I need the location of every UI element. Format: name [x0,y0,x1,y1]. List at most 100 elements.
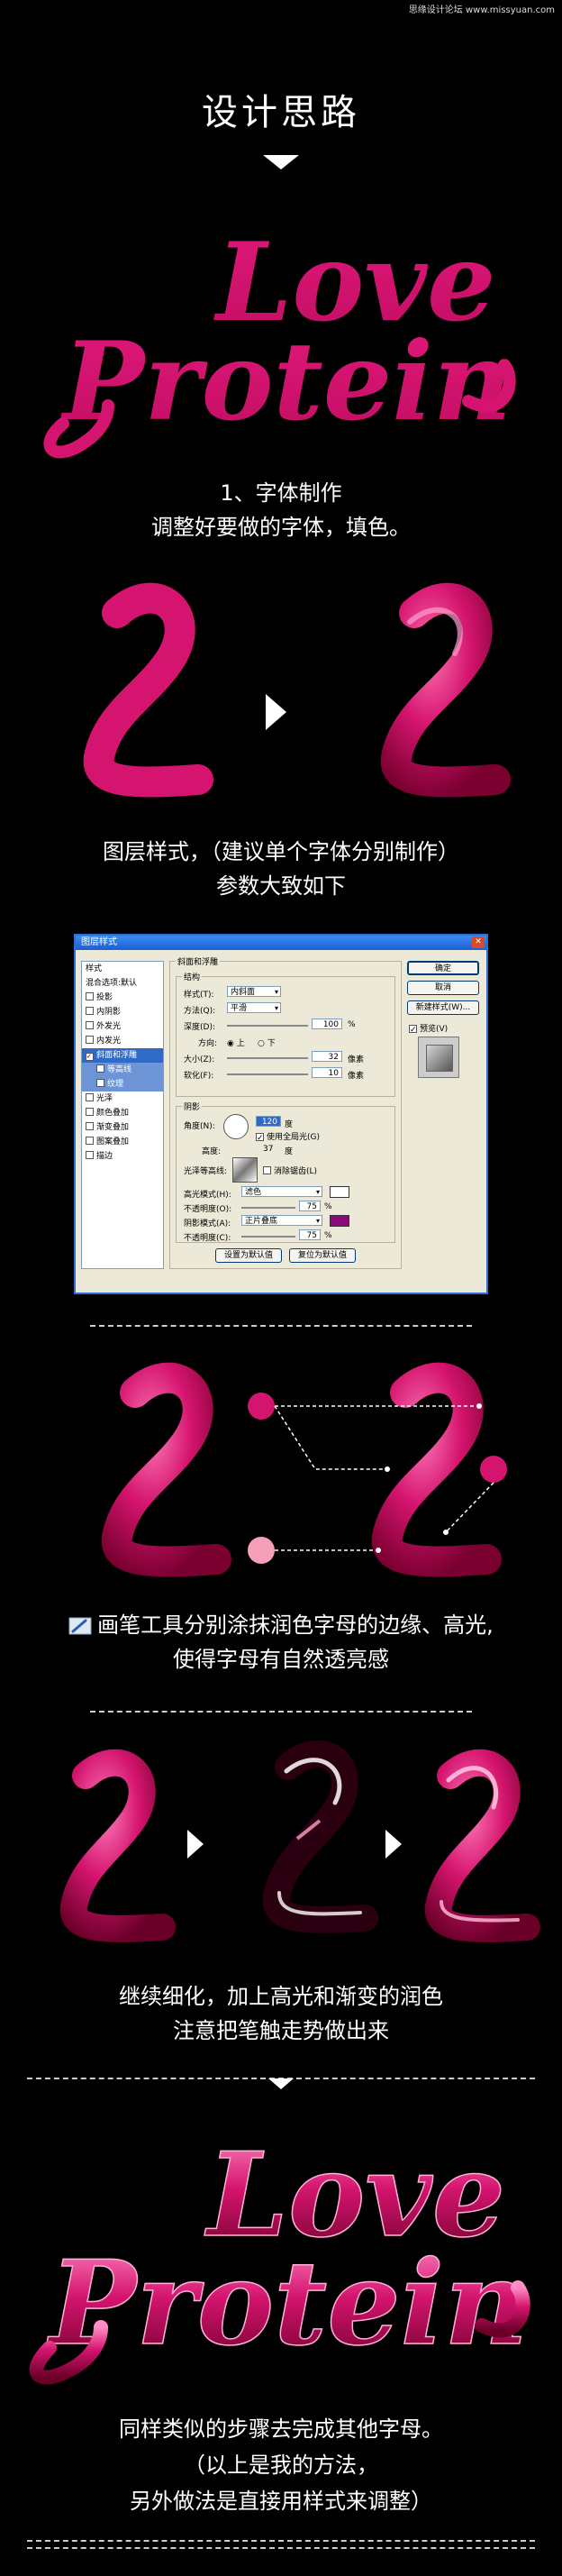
altitude-value[interactable]: 37 [263,1145,273,1154]
style-item-checkbox[interactable] [86,992,94,1000]
style-item[interactable]: 渐变叠加 [82,1120,163,1135]
highlight-mode-select[interactable]: 滤色 [241,1186,322,1198]
structure-title: 结构 [182,971,203,982]
gloss-contour-picker[interactable] [232,1157,258,1183]
section2-line2: 参数大致如下 [216,873,346,899]
divider [90,1325,472,1327]
style-item-checkbox[interactable]: ✓ [86,1053,94,1061]
style-item[interactable]: ✓ 斜面和浮雕 [82,1048,163,1063]
style-item[interactable]: 颜色叠加 [82,1106,163,1120]
letter-l-bevel-left [101,1362,231,1577]
technique-label: 方法(Q): [184,1007,216,1016]
ok-button[interactable]: 确定 [407,961,479,975]
preview-checkbox[interactable]: ✓ 预览(V) [409,1022,448,1035]
style-item[interactable]: 描边 [82,1149,163,1164]
style-item[interactable]: 投影 [82,991,163,1005]
logo-final-glossy: Love Protein [29,2127,530,2385]
size-unit: 像素 [348,1055,365,1064]
down-arrow-icon [263,155,299,169]
opacity1-unit: % [324,1202,332,1211]
style-item[interactable]: 内发光 [82,1034,163,1048]
direction-up[interactable]: ◉ 上 [227,1037,245,1048]
logo-word-protein: Protein [60,318,512,445]
style-item[interactable]: 内阴影 [82,1005,163,1019]
section4-line1: 继续细化，加上高光和渐变的润色 [119,1984,443,2009]
style-item-label: 投影 [96,993,113,1002]
right-arrow-icon [385,1830,402,1859]
letter-comparison-brush [101,1362,507,1577]
style-item-checkbox[interactable] [86,1021,94,1029]
brush-tool-icon [68,1617,92,1635]
opacity1-input[interactable]: 75 [299,1201,321,1211]
depth-input[interactable]: 100 [312,1019,342,1029]
size-input[interactable]: 32 [312,1051,342,1062]
soften-input[interactable]: 10 [312,1067,342,1078]
altitude-label: 高度: [202,1147,222,1156]
soften-label: 软化(F): [184,1072,214,1081]
shadow-mode-select[interactable]: 正片叠底 [241,1215,322,1227]
bevel-emboss-panel: 斜面和浮雕 结构 样式(T): 内斜面 方法(Q): 平滑 深度(D): 100… [169,955,402,1269]
direction-down[interactable]: ○ 下 [258,1037,276,1048]
letter-refinement-steps [59,1740,540,1942]
style-item-label: 纹理 [107,1080,124,1089]
style-item-checkbox[interactable] [86,1007,94,1015]
opacity1-label: 不透明度(O): [184,1205,232,1214]
new-style-button[interactable]: 新建样式(W)... [407,1000,479,1015]
style-item-label: 颜色叠加 [96,1109,130,1118]
shading-group: 阴影 角度(N): 120 度 ✓ 使用全局光(G) 高度: 37 度 光泽等高线… [176,1101,395,1243]
style-item[interactable]: 等高线 [82,1063,163,1077]
style-item-label: 光泽 [96,1094,113,1103]
shadow-color-swatch[interactable] [330,1215,349,1227]
technique-select[interactable]: 平滑 [227,1002,281,1014]
size-slider[interactable] [227,1057,308,1059]
section1-line1: 1、字体制作 [220,480,342,506]
shadow-mode-label: 阴影模式(A): [184,1219,231,1229]
opacity2-unit: % [324,1231,332,1240]
angle-dial[interactable] [223,1114,249,1139]
down-arrow-icon [268,2078,294,2089]
blend-options-item[interactable]: 混合选项:默认 [82,976,163,991]
style-item-label: 图案叠加 [96,1137,130,1146]
style-select[interactable]: 内斜面 [227,986,281,998]
style-item-label: 外发光 [96,1022,122,1031]
section1-line2: 调整好要做的字体，填色。 [151,515,411,540]
style-item-checkbox[interactable] [96,1079,104,1087]
divider [90,1711,472,1713]
style-item[interactable]: 纹理 [82,1077,163,1092]
style-item-label: 内发光 [96,1037,122,1046]
reset-default-button[interactable]: 复位为默认值 [289,1248,356,1263]
highlight-color-swatch[interactable] [330,1186,349,1198]
logo-flat: Love Protein [43,219,516,459]
final-word-protein: Protein [47,2236,528,2371]
close-icon[interactable]: ✕ [472,936,485,948]
antialias-checkbox[interactable]: 消除锯齿(L) [263,1165,317,1176]
style-item-checkbox[interactable] [86,1036,94,1044]
right-arrow-icon [266,694,286,730]
set-default-button[interactable]: 设置为默认值 [215,1248,282,1263]
style-item-checkbox[interactable] [86,1093,94,1101]
style-item-checkbox[interactable] [86,1151,94,1159]
style-item-checkbox[interactable] [86,1108,94,1116]
style-item-checkbox[interactable] [86,1137,94,1145]
style-item[interactable]: 光泽 [82,1092,163,1106]
section5-line3: 另外做法是直接用样式来调整） [130,2489,432,2514]
styles-list: 样式 混合选项:默认 投影内阴影外发光内发光 ✓ 斜面和浮雕 等高线纹理光泽颜色叠加渐… [81,961,164,1269]
opacity2-input[interactable]: 75 [299,1229,321,1240]
style-item-checkbox[interactable] [96,1064,104,1073]
section5-line1: 同样类似的步骤去完成其他字母。 [119,2416,443,2442]
style-preview [418,1037,459,1078]
angle-input[interactable]: 120 [256,1116,281,1127]
depth-slider[interactable] [227,1025,308,1027]
style-item[interactable]: 外发光 [82,1019,163,1034]
soften-slider[interactable] [227,1073,308,1075]
global-light-checkbox[interactable]: ✓ 使用全局光(G) [256,1130,320,1143]
style-item[interactable]: 图案叠加 [82,1135,163,1149]
highlight-mode-label: 高光模式(H): [184,1191,231,1200]
style-item-checkbox[interactable] [86,1122,94,1130]
opacity2-slider[interactable] [241,1236,295,1238]
cancel-button[interactable]: 取消 [407,981,479,995]
opacity1-slider[interactable] [241,1207,295,1209]
watermark: 思缘设计论坛 www.missyuan.com [408,5,555,15]
styles-header[interactable]: 样式 [82,962,163,976]
letter-l-flat [83,582,213,798]
